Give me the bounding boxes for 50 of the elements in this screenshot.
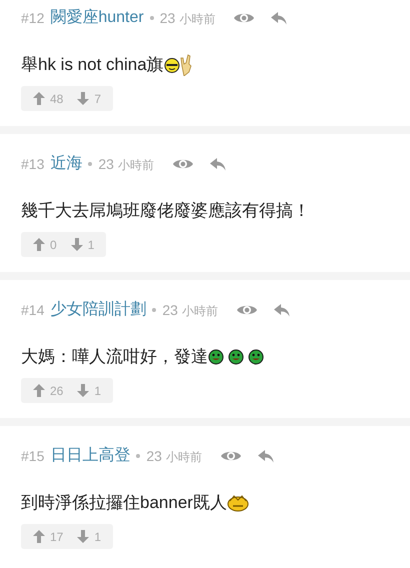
- reply-icon[interactable]: [271, 12, 288, 24]
- downvote-icon: [77, 384, 90, 397]
- eye-icon[interactable]: [220, 449, 242, 463]
- eye-icon[interactable]: [172, 157, 194, 171]
- timestamp: 23 小時前: [160, 8, 216, 28]
- comment-number: #12: [21, 8, 44, 28]
- hand-gesture-icon: [180, 54, 192, 76]
- upvote-button[interactable]: 26: [33, 382, 64, 400]
- downvote-icon: [70, 238, 83, 251]
- comment-text: 舉hk is not china旗: [21, 54, 164, 76]
- tongue-face-emoji-icon: [208, 349, 224, 365]
- upvote-button[interactable]: 48: [33, 90, 64, 108]
- upvote-button[interactable]: 17: [33, 528, 64, 546]
- downvote-icon: [77, 92, 90, 105]
- upvote-icon: [33, 238, 45, 251]
- upvote-icon: [33, 530, 45, 543]
- downvote-icon: [77, 530, 90, 543]
- comment-number: #13: [21, 154, 44, 174]
- eye-icon[interactable]: [233, 11, 256, 25]
- comment-text: 到時淨係拉攞住banner既人: [21, 492, 227, 514]
- author-link[interactable]: 少女陪訓計劃: [50, 298, 146, 322]
- timestamp: 23 小時前: [98, 154, 154, 174]
- upvote-button[interactable]: 0: [33, 236, 57, 254]
- author-link[interactable]: 日日上高登: [50, 444, 130, 468]
- reply-icon[interactable]: [274, 304, 290, 316]
- dot-separator-icon: [136, 454, 140, 458]
- downvote-button[interactable]: 1: [77, 382, 102, 400]
- author-link[interactable]: 闕愛座hunter: [50, 6, 144, 30]
- comment-text: 幾千大去屌鳩班廢佬廢婆應該有得搞！: [21, 200, 310, 222]
- dot-separator-icon: [152, 308, 156, 312]
- dot-separator-icon: [88, 162, 92, 166]
- timestamp: 23 小時前: [162, 300, 218, 320]
- reply-icon[interactable]: [258, 450, 274, 462]
- sunglasses-emoji-icon: [164, 57, 180, 73]
- tongue-face-emoji-icon: [248, 349, 264, 365]
- comment-number: #14: [21, 300, 44, 320]
- comment-number: #15: [21, 446, 44, 466]
- upvote-icon: [33, 384, 45, 397]
- eye-icon[interactable]: [236, 303, 258, 317]
- reply-icon[interactable]: [210, 158, 226, 170]
- frog-face-emoji-icon: [226, 494, 249, 512]
- downvote-button[interactable]: 1: [77, 528, 102, 546]
- dot-separator-icon: [150, 16, 154, 20]
- comment-text: 大媽：嘩人流咁好，發達: [21, 346, 208, 368]
- author-link[interactable]: 近海: [50, 152, 82, 176]
- timestamp: 23 小時前: [146, 446, 202, 466]
- tongue-face-emoji-icon: [228, 349, 244, 365]
- upvote-icon: [33, 92, 45, 105]
- downvote-button[interactable]: 1: [70, 236, 94, 254]
- downvote-button[interactable]: 7: [77, 90, 102, 108]
